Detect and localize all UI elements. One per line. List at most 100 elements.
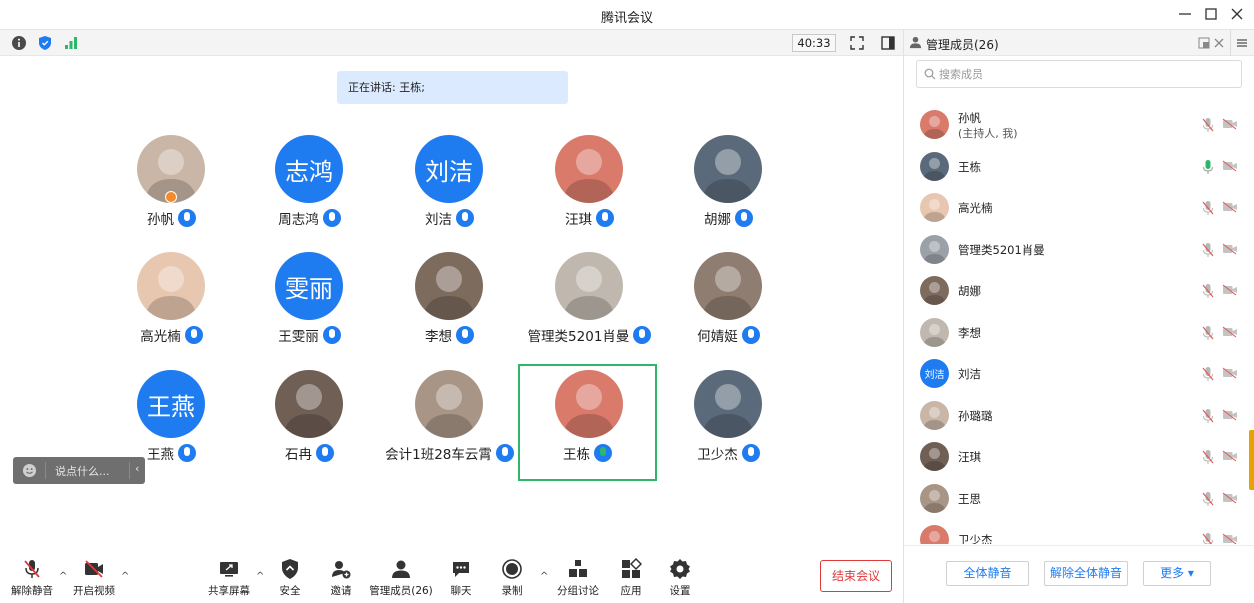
member-row[interactable]: 孙帆 (主持人, 我) (904, 104, 1254, 145)
popout-icon[interactable] (1198, 37, 1210, 49)
mic-muted-icon[interactable] (1201, 366, 1215, 382)
collapse-chevron-icon[interactable]: ‹ (135, 462, 139, 475)
member-row[interactable]: 刘洁 刘洁 (904, 353, 1254, 394)
avatar-photo (145, 266, 197, 320)
minimize-icon[interactable] (1176, 5, 1194, 23)
member-row[interactable]: 王思 (904, 478, 1254, 519)
participant-tile[interactable]: 高光楠 (102, 248, 241, 365)
mic-muted-icon[interactable] (1201, 283, 1215, 299)
member-row[interactable]: 卫少杰 (904, 519, 1254, 544)
camera-off-icon[interactable] (1222, 492, 1238, 504)
mic-muted-icon[interactable] (1201, 325, 1215, 341)
close-panel-icon[interactable] (1213, 37, 1225, 49)
settings-button[interactable]: 设置 (645, 558, 715, 598)
layout-icon[interactable] (880, 35, 896, 51)
participant-name: 何婧娗 (697, 329, 738, 345)
member-row[interactable]: 胡娜 (904, 270, 1254, 311)
unmute-button[interactable]: 解除静音 (0, 558, 67, 598)
mic-icon (322, 209, 341, 227)
maximize-icon[interactable] (1202, 5, 1220, 23)
member-search[interactable] (916, 60, 1242, 88)
mic-active-icon[interactable] (1201, 159, 1215, 175)
menu-icon[interactable] (1236, 37, 1248, 49)
edge-marker (1249, 430, 1254, 490)
participant-tile[interactable]: 会计1班28车云霄 (380, 366, 519, 483)
members-panel-header: 管理成员(26) (904, 30, 1254, 56)
camera-off-icon[interactable] (1222, 409, 1238, 421)
participant-tile[interactable]: 刘洁 刘洁 (380, 131, 519, 248)
participant-tile[interactable]: 石冉 (240, 366, 379, 483)
participant-tile[interactable]: 雯丽 王雯丽 (240, 248, 379, 365)
camera-off-icon[interactable] (1222, 160, 1238, 172)
person-icon (909, 36, 922, 49)
start-video-button[interactable]: 开启视频 (59, 558, 129, 598)
mic-muted-icon[interactable] (1201, 200, 1215, 216)
share-screen-button[interactable]: 共享屏幕 (194, 558, 264, 598)
member-avatar (920, 234, 949, 264)
chat-placeholder[interactable]: 说点什么... (55, 463, 110, 479)
mic-icon (322, 326, 341, 344)
camera-off-icon (85, 560, 103, 578)
video-grid: 正在讲话: 王栋; 孙帆 志鸿 周志鸿 刘洁 刘洁 汪琪 胡娜高光楠 雯丽 王雯丽 李想 管理类52… (0, 56, 903, 546)
mic-muted-icon[interactable] (1201, 491, 1215, 507)
info-icon[interactable] (11, 35, 27, 51)
mic-muted-icon[interactable] (1201, 532, 1215, 544)
member-row[interactable]: 汪琪 (904, 436, 1254, 477)
mic-muted-icon[interactable] (1201, 449, 1215, 465)
participant-tile[interactable]: 孙帆 (102, 131, 241, 248)
mic-icon (594, 444, 612, 462)
member-row[interactable]: 王栋 (904, 146, 1254, 187)
participant-tile[interactable]: 王栋 (518, 364, 657, 481)
camera-off-icon[interactable] (1222, 284, 1238, 296)
member-name: 王思 (958, 491, 981, 506)
camera-off-icon[interactable] (1222, 118, 1238, 130)
record-button[interactable]: 录制 (477, 558, 547, 598)
video-options-chevron-icon[interactable]: ^ (121, 572, 131, 582)
fullscreen-icon[interactable] (849, 35, 865, 51)
mic-muted-icon[interactable] (1201, 117, 1215, 133)
member-avatar (920, 483, 949, 513)
participant-tile[interactable]: 卫少杰 (659, 366, 798, 483)
participant-tile[interactable]: 何婧娗 (659, 248, 798, 365)
participant-tile[interactable]: 胡娜 (659, 131, 798, 248)
participant-name: 会计1班28车云霄 (385, 447, 492, 463)
camera-off-icon[interactable] (1222, 201, 1238, 213)
mic-muted-icon[interactable] (1201, 408, 1215, 424)
more-label: 更多 (1160, 566, 1185, 580)
chat-icon (453, 562, 469, 577)
quick-chat-box[interactable]: 说点什么... ‹ (13, 457, 145, 484)
camera-off-icon[interactable] (1222, 367, 1238, 379)
search-input[interactable] (939, 63, 1229, 85)
gear-icon (670, 559, 690, 579)
camera-off-icon[interactable] (1222, 326, 1238, 338)
mute-all-button[interactable]: 全体静音 (946, 561, 1029, 586)
unmute-all-button[interactable]: 解除全体静音 (1044, 561, 1128, 586)
close-icon[interactable] (1228, 5, 1246, 23)
member-row[interactable]: 管理类5201肖曼 (904, 229, 1254, 270)
emoji-icon[interactable] (22, 463, 37, 478)
participant-tile[interactable]: 汪琪 (520, 131, 659, 248)
avatar-photo (563, 149, 615, 203)
member-row[interactable]: 李想 (904, 312, 1254, 353)
member-row[interactable]: 高光楠 (904, 187, 1254, 228)
avatar-photo (923, 406, 946, 430)
end-meeting-button[interactable]: 结束会议 (820, 560, 892, 592)
camera-off-icon[interactable] (1222, 243, 1238, 255)
participant-tile[interactable]: 李想 (380, 248, 519, 365)
participant-avatar (555, 252, 623, 320)
more-button[interactable]: 更多 ▾ (1143, 561, 1211, 586)
mic-muted-icon[interactable] (1201, 242, 1215, 258)
member-name: 孙帆 (958, 111, 981, 125)
member-name: 高光楠 (958, 201, 993, 215)
participant-tile[interactable]: 管理类5201肖曼 (520, 248, 659, 365)
member-row[interactable]: 孙璐璐 (904, 395, 1254, 436)
avatar-photo (423, 384, 475, 438)
shield-icon[interactable] (37, 35, 53, 51)
avatar-photo (923, 116, 946, 139)
signal-icon[interactable] (63, 35, 79, 51)
camera-off-icon[interactable] (1222, 450, 1238, 462)
camera-off-icon[interactable] (1222, 533, 1238, 544)
mic-icon (178, 444, 196, 462)
speaking-indicator: 正在讲话: 王栋; (337, 71, 568, 104)
participant-tile[interactable]: 志鸿 周志鸿 (240, 131, 379, 248)
